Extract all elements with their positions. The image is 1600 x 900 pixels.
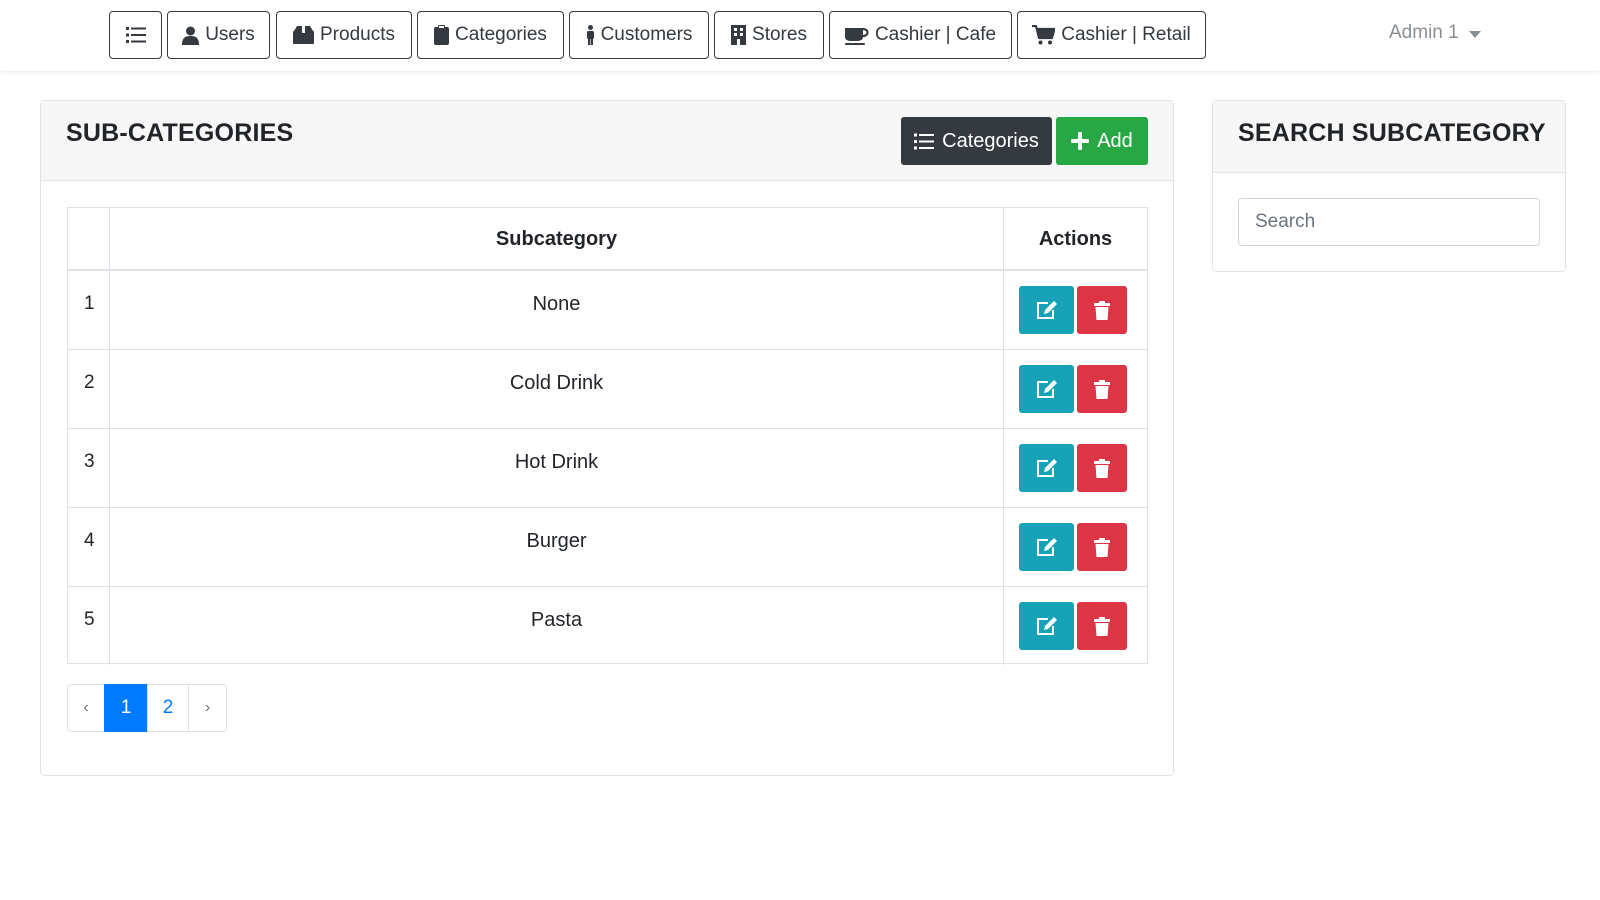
table-row: 2 Cold Drink bbox=[68, 350, 1147, 429]
table-row: 3 Hot Drink bbox=[68, 429, 1147, 508]
header-actions: Actions bbox=[1038, 228, 1113, 250]
edit-button[interactable] bbox=[1019, 365, 1074, 413]
row-actions bbox=[1004, 587, 1147, 665]
table-row: 5 Pasta bbox=[68, 587, 1147, 665]
row-subcategory: Burger bbox=[110, 508, 1004, 586]
delete-button[interactable] bbox=[1077, 444, 1127, 492]
delete-button[interactable] bbox=[1077, 365, 1127, 413]
trash-icon bbox=[1094, 458, 1110, 478]
row-subcategory: Hot Drink bbox=[110, 429, 1004, 507]
page-title: SUB-CATEGORIES bbox=[66, 119, 294, 147]
row-actions bbox=[1004, 429, 1147, 507]
nav-cashier-retail-button[interactable]: Cashier | Retail bbox=[1017, 11, 1206, 59]
edit-button[interactable] bbox=[1019, 444, 1074, 492]
chevron-down-icon bbox=[1468, 30, 1481, 38]
top-navbar: Users Products Categories Customers Stor… bbox=[0, 0, 1600, 71]
row-number: 1 bbox=[68, 271, 110, 349]
edit-button[interactable] bbox=[1019, 602, 1074, 650]
building-icon bbox=[731, 25, 747, 45]
cart-icon bbox=[1032, 25, 1056, 45]
subcategories-card: SUB-CATEGORIES Categories Add Subcategor… bbox=[40, 100, 1174, 776]
nav-stores-button[interactable]: Stores bbox=[714, 11, 824, 59]
pagination-page-2[interactable]: 2 bbox=[147, 684, 189, 732]
edit-icon bbox=[1036, 617, 1057, 635]
nav-cashier-cafe-label: Cashier | Cafe bbox=[874, 24, 997, 45]
row-number: 5 bbox=[68, 587, 110, 665]
delete-button[interactable] bbox=[1077, 286, 1127, 334]
box-icon bbox=[293, 26, 314, 44]
edit-icon bbox=[1036, 380, 1057, 398]
search-input[interactable] bbox=[1238, 198, 1540, 246]
table-row: 1 None bbox=[68, 271, 1147, 350]
categories-button-label: Categories bbox=[942, 129, 1039, 152]
row-subcategory: Cold Drink bbox=[110, 350, 1004, 428]
pagination-prev[interactable]: ‹ bbox=[67, 684, 105, 732]
user-name: Admin 1 bbox=[1389, 22, 1459, 43]
delete-button[interactable] bbox=[1077, 602, 1127, 650]
add-button[interactable]: Add bbox=[1056, 117, 1148, 165]
subcategories-table: Subcategory Actions 1 None 2 Cold Drink … bbox=[67, 207, 1148, 665]
row-actions bbox=[1004, 508, 1147, 586]
edit-button[interactable] bbox=[1019, 523, 1074, 571]
nav-cashier-cafe-button[interactable]: Cashier | Cafe bbox=[829, 11, 1012, 59]
edit-icon bbox=[1036, 538, 1057, 556]
search-card-title: SEARCH SUBCATEGORY bbox=[1238, 119, 1546, 147]
nav-categories-label: Categories bbox=[455, 24, 547, 45]
clipboard-icon bbox=[434, 25, 450, 45]
list-icon bbox=[914, 133, 935, 149]
list-icon bbox=[125, 27, 146, 43]
trash-icon bbox=[1094, 300, 1110, 320]
row-subcategory: None bbox=[110, 271, 1004, 349]
plus-icon bbox=[1071, 132, 1090, 150]
row-number: 3 bbox=[68, 429, 110, 507]
nav-categories-button[interactable]: Categories bbox=[417, 11, 564, 59]
search-card-header: SEARCH SUBCATEGORY bbox=[1213, 101, 1565, 173]
row-number: 4 bbox=[68, 508, 110, 586]
search-card: SEARCH SUBCATEGORY bbox=[1212, 100, 1566, 272]
row-subcategory: Pasta bbox=[110, 587, 1004, 665]
nav-customers-button[interactable]: Customers bbox=[569, 11, 709, 59]
nav-products-label: Products bbox=[320, 24, 395, 45]
row-number: 2 bbox=[68, 350, 110, 428]
table-row: 4 Burger bbox=[68, 508, 1147, 587]
delete-button[interactable] bbox=[1077, 523, 1127, 571]
nav-users-button[interactable]: Users bbox=[167, 11, 270, 59]
trash-icon bbox=[1094, 379, 1110, 399]
nav-customers-label: Customers bbox=[600, 24, 693, 45]
edit-button[interactable] bbox=[1019, 286, 1074, 334]
person-icon bbox=[586, 25, 594, 45]
edit-icon bbox=[1036, 459, 1057, 477]
user-icon bbox=[182, 26, 200, 45]
menu-toggle-button[interactable] bbox=[109, 11, 162, 59]
pagination-page-1[interactable]: 1 bbox=[104, 684, 148, 732]
user-menu-dropdown[interactable]: Admin 1 bbox=[1389, 22, 1481, 44]
row-actions bbox=[1004, 271, 1147, 349]
coffee-icon bbox=[844, 27, 869, 45]
nav-users-label: Users bbox=[205, 24, 255, 45]
header-subcategory: Subcategory bbox=[110, 208, 1004, 269]
add-button-label: Add bbox=[1097, 129, 1133, 152]
header-number bbox=[68, 208, 110, 269]
pagination-next[interactable]: › bbox=[188, 684, 227, 732]
pagination: ‹ 1 2 › bbox=[67, 684, 227, 732]
row-actions bbox=[1004, 350, 1147, 428]
categories-button[interactable]: Categories bbox=[901, 117, 1052, 165]
edit-icon bbox=[1036, 301, 1057, 319]
nav-products-button[interactable]: Products bbox=[276, 11, 412, 59]
subcategories-card-header: SUB-CATEGORIES Categories Add bbox=[41, 101, 1173, 181]
nav-stores-label: Stores bbox=[752, 24, 807, 45]
table-header-row: Subcategory Actions bbox=[68, 208, 1147, 271]
trash-icon bbox=[1094, 616, 1110, 636]
trash-icon bbox=[1094, 537, 1110, 557]
nav-cashier-retail-label: Cashier | Retail bbox=[1061, 24, 1191, 45]
